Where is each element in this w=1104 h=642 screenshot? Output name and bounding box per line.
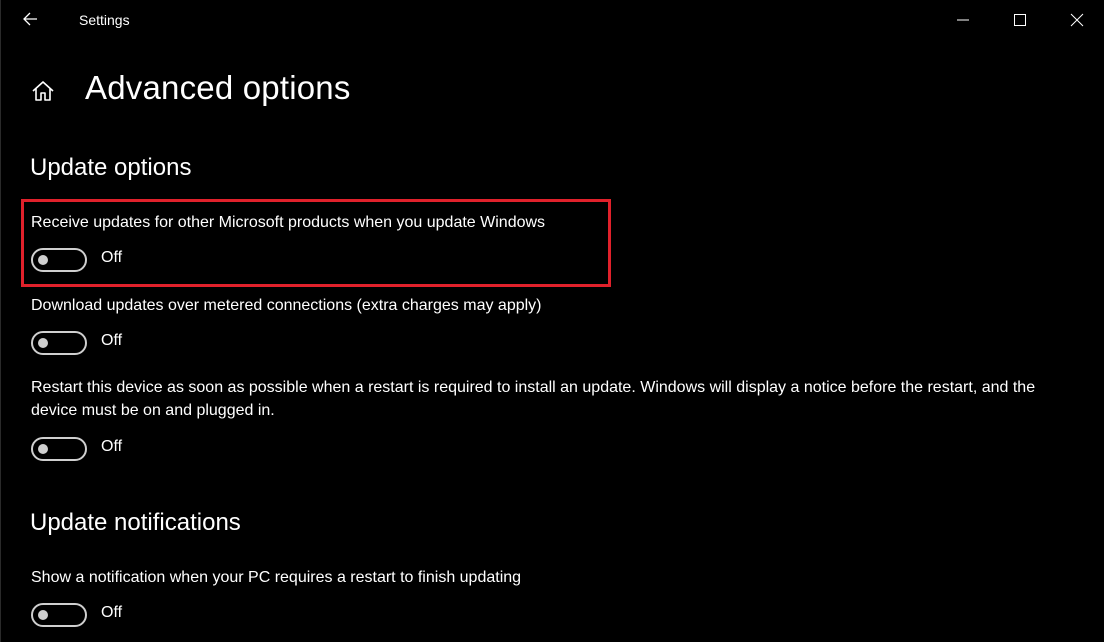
home-icon (32, 81, 54, 101)
home-button[interactable] (30, 78, 56, 104)
maximize-icon (1014, 14, 1026, 26)
setting-label-restart-notification: Show a notification when your PC require… (31, 569, 522, 586)
toggle-restart-notification[interactable] (31, 603, 87, 627)
toggle-state-other-products: Off (101, 249, 123, 266)
toggle-knob (38, 338, 48, 348)
toggle-restart[interactable] (31, 437, 87, 461)
toggle-state-metered: Off (101, 332, 123, 349)
section-heading-update-notifications: Update notifications (30, 509, 241, 536)
toggle-other-products[interactable] (31, 248, 87, 272)
section-heading-update-options: Update options (30, 154, 192, 181)
toggle-knob (38, 255, 48, 265)
page-title: Advanced options (85, 69, 351, 106)
window-border (0, 0, 1, 642)
minimize-icon (957, 19, 969, 21)
toggle-state-restart: Off (101, 438, 123, 455)
setting-label-restart: Restart this device as soon as possible … (31, 379, 1036, 419)
toggle-knob (38, 444, 48, 454)
toggle-metered[interactable] (31, 331, 87, 355)
close-button[interactable] (1063, 6, 1091, 34)
title-bar: Settings (0, 0, 1104, 40)
setting-label-metered: Download updates over metered connection… (31, 297, 542, 314)
toggle-state-restart-notification: Off (101, 604, 123, 621)
minimize-button[interactable] (949, 6, 977, 34)
close-icon (1070, 13, 1084, 27)
maximize-button[interactable] (1006, 6, 1034, 34)
setting-label-other-products: Receive updates for other Microsoft prod… (31, 214, 546, 231)
back-button[interactable] (20, 8, 42, 30)
app-title: Settings (79, 12, 130, 28)
back-arrow-icon (23, 12, 37, 26)
toggle-knob (38, 610, 48, 620)
